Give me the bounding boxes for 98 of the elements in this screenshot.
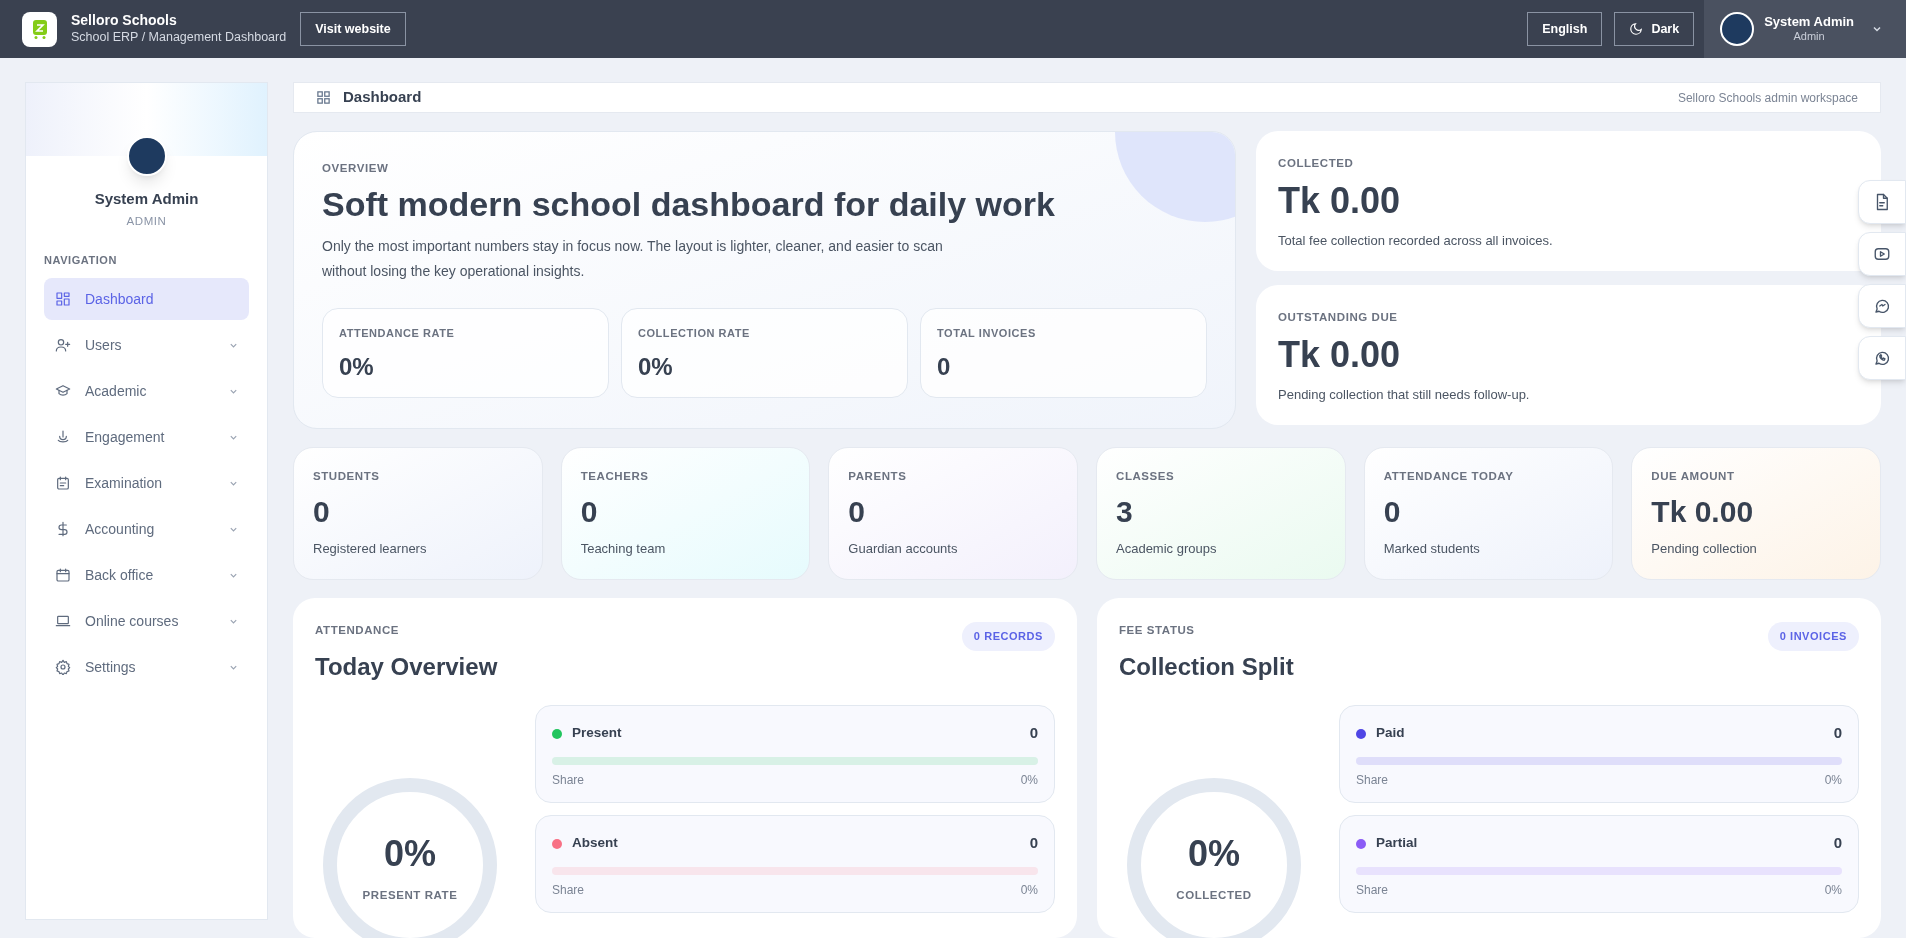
status-count: 0 bbox=[1833, 833, 1842, 854]
summary-value: Tk 0.00 bbox=[1278, 179, 1402, 224]
play-icon bbox=[1873, 245, 1891, 263]
floating-action-button[interactable] bbox=[1858, 180, 1906, 224]
stat-label: PARENTS bbox=[848, 469, 908, 484]
chat-icon bbox=[1873, 349, 1891, 367]
section-heading: NAVIGATION bbox=[44, 252, 118, 268]
status-label: Partial bbox=[1376, 834, 1418, 853]
theme-button[interactable]: Dark bbox=[1614, 12, 1695, 46]
count-badge: 0 RECORDS bbox=[961, 622, 1055, 651]
dollar-icon bbox=[55, 521, 71, 538]
metric-label: TOTAL INVOICES bbox=[937, 325, 1037, 341]
share-label: Share bbox=[552, 771, 585, 789]
status-count: 0 bbox=[1029, 833, 1038, 854]
stat-value: 0 bbox=[313, 494, 331, 531]
profile-name: System Admin bbox=[94, 189, 199, 209]
metric-value: 0% bbox=[638, 352, 674, 383]
ring-label: COLLECTED bbox=[1176, 887, 1252, 903]
avatar bbox=[1720, 12, 1755, 46]
overview-title: Soft modern school dashboard for daily work bbox=[322, 184, 1056, 226]
overview-description: Only the most important numbers stay in focus now. The layout is lighter, cleaner, and easier to scan without losing the key operational insights. bbox=[322, 236, 944, 281]
stat-value: 0 bbox=[1383, 494, 1402, 531]
panel-eyebrow: ATTENDANCE bbox=[315, 623, 401, 638]
status-label: Paid bbox=[1376, 724, 1405, 743]
status-count: 0 bbox=[1833, 723, 1842, 744]
stat-description: Marked students bbox=[1383, 539, 1481, 558]
summary-value: Tk 0.00 bbox=[1278, 333, 1402, 378]
floating-action-button[interactable] bbox=[1858, 284, 1906, 328]
share-value: 0% bbox=[1020, 881, 1038, 899]
share-value: 0% bbox=[1020, 771, 1038, 789]
share-label: Share bbox=[1356, 881, 1389, 899]
share-value: 0% bbox=[1824, 881, 1842, 899]
stat-description: Teaching team bbox=[580, 539, 667, 558]
stat-label: STUDENTS bbox=[313, 469, 381, 484]
summary-description: Pending collection that still needs follow-up. bbox=[1278, 386, 1531, 405]
profile-avatar bbox=[126, 136, 167, 176]
nav-item[interactable]: Users bbox=[44, 324, 249, 367]
visit-website-button[interactable]: Visit website bbox=[300, 12, 406, 46]
share-value: 0% bbox=[1824, 771, 1842, 789]
nav-item[interactable]: Back office bbox=[44, 554, 249, 597]
share-label: Share bbox=[552, 881, 585, 899]
status-count: 0 bbox=[1029, 723, 1038, 744]
ring-label: PRESENT RATE bbox=[362, 887, 458, 903]
stat-label: DUE AMOUNT bbox=[1651, 469, 1736, 484]
user-plus-icon bbox=[55, 337, 71, 354]
stat-label: ATTENDANCE TODAY bbox=[1383, 469, 1515, 484]
nav-item[interactable]: Academic bbox=[44, 370, 249, 413]
moon-icon bbox=[1629, 22, 1644, 36]
floating-action-button[interactable] bbox=[1858, 336, 1906, 380]
stat-label: TEACHERS bbox=[580, 469, 650, 484]
app-logo bbox=[22, 11, 57, 47]
calendar-icon bbox=[55, 475, 71, 492]
brand-subtitle: School ERP / Management Dashboard bbox=[71, 29, 287, 46]
status-label: Absent bbox=[572, 834, 618, 853]
panel-eyebrow: FEE STATUS bbox=[1119, 623, 1196, 638]
stat-value: 0 bbox=[848, 494, 866, 531]
ring-value: 0% bbox=[1188, 831, 1240, 876]
stat-description: Registered learners bbox=[313, 539, 428, 558]
nav-item[interactable]: Settings bbox=[44, 646, 249, 689]
count-badge: 0 INVOICES bbox=[1767, 622, 1859, 651]
stat-value: 0 bbox=[580, 494, 599, 531]
profile-role: ADMIN bbox=[126, 213, 167, 229]
ring-value: 0% bbox=[384, 831, 436, 876]
summary-label: OUTSTANDING DUE bbox=[1278, 310, 1399, 325]
chat-icon bbox=[1873, 297, 1891, 315]
stat-description: Guardian accounts bbox=[848, 539, 959, 558]
nav-item[interactable]: Dashboard bbox=[44, 278, 249, 321]
panel-title: Collection Split bbox=[1119, 652, 1294, 683]
share-label: Share bbox=[1356, 771, 1389, 789]
grid-icon bbox=[55, 291, 71, 308]
settings-icon bbox=[55, 659, 71, 676]
metric-label: COLLECTION RATE bbox=[638, 325, 751, 341]
page-title: Dashboard bbox=[343, 87, 422, 108]
metric-value: 0 bbox=[937, 352, 952, 383]
stat-value: 3 bbox=[1116, 494, 1134, 531]
workspace-note: Selloro Schools admin workspace bbox=[1677, 89, 1858, 107]
status-label: Present bbox=[572, 724, 622, 743]
calendar-icon bbox=[55, 567, 71, 584]
stat-description: Pending collection bbox=[1651, 539, 1758, 558]
panel-title: Today Overview bbox=[315, 652, 498, 683]
brand-name: Selloro Schools bbox=[71, 12, 178, 30]
nav-item[interactable]: Online courses bbox=[44, 600, 249, 643]
overview-eyebrow: OVERVIEW bbox=[322, 161, 390, 176]
grid-icon bbox=[316, 90, 331, 105]
stat-description: Academic groups bbox=[1116, 539, 1218, 558]
chevron-down-icon bbox=[1872, 24, 1882, 34]
metric-value: 0% bbox=[339, 352, 375, 383]
nav-item[interactable]: Accounting bbox=[44, 508, 249, 551]
user-menu[interactable]: System Admin Admin bbox=[1704, 0, 1906, 58]
nav-item[interactable]: Engagement bbox=[44, 416, 249, 459]
summary-description: Total fee collection recorded across all invoices. bbox=[1278, 232, 1554, 251]
language-button[interactable]: English bbox=[1527, 12, 1603, 46]
nav-item[interactable]: Examination bbox=[44, 462, 249, 505]
summary-label: COLLECTED bbox=[1278, 156, 1355, 171]
floating-action-button[interactable] bbox=[1858, 232, 1906, 276]
metric-label: ATTENDANCE RATE bbox=[339, 325, 456, 341]
stat-label: CLASSES bbox=[1116, 469, 1176, 484]
stat-value: Tk 0.00 bbox=[1651, 494, 1755, 531]
